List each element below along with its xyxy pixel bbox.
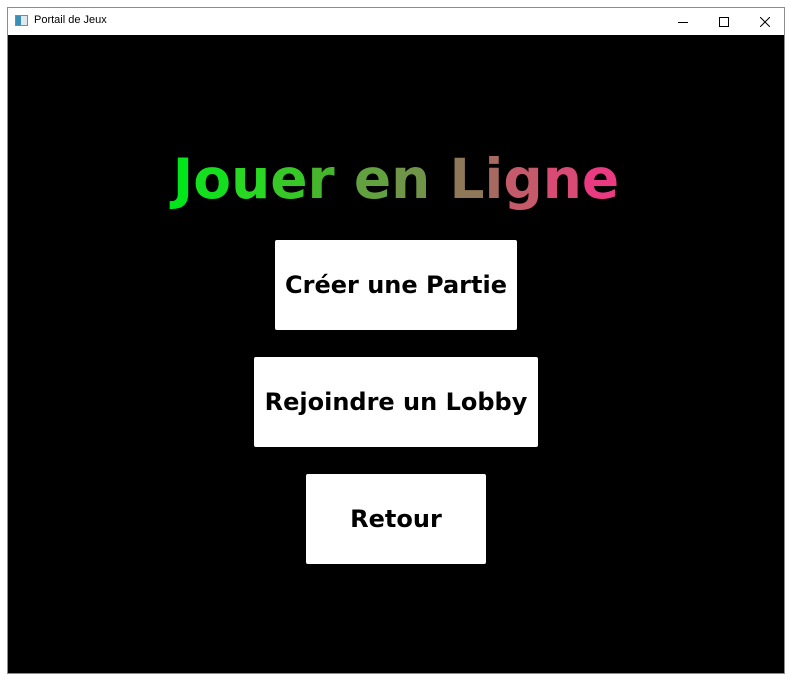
- maximize-icon: [719, 16, 729, 27]
- game-screen: Jouer en Ligne Créer une Partie Rejoindr…: [8, 35, 784, 673]
- title-letter: g: [503, 147, 543, 211]
- title-letter: n: [391, 147, 431, 211]
- title-letter: J: [172, 147, 194, 211]
- title-letter: [430, 148, 449, 210]
- title-letter: L: [449, 147, 485, 211]
- title-letter: [335, 148, 354, 210]
- app-window: Portail de Jeux Jouer en Ligne Créer une…: [7, 7, 785, 674]
- maximize-button[interactable]: [704, 8, 744, 35]
- title-letter: r: [307, 147, 335, 211]
- title-letter: e: [270, 147, 308, 211]
- title-letter: n: [542, 147, 582, 211]
- title-letter: e: [353, 147, 392, 211]
- join-lobby-button[interactable]: Rejoindre un Lobby: [254, 357, 538, 447]
- title-letter: i: [484, 147, 504, 211]
- title-letter: e: [581, 147, 620, 211]
- page-title: Jouer en Ligne: [8, 148, 784, 210]
- title-bar[interactable]: Portail de Jeux: [8, 8, 784, 35]
- close-button[interactable]: [745, 8, 785, 35]
- close-icon: [760, 16, 770, 27]
- minimize-icon: [678, 21, 688, 23]
- back-button[interactable]: Retour: [306, 474, 486, 564]
- minimize-button[interactable]: [663, 8, 703, 35]
- window-title: Portail de Jeux: [34, 14, 107, 26]
- app-icon: [15, 15, 28, 26]
- create-game-button[interactable]: Créer une Partie: [275, 240, 517, 330]
- title-letter: o: [193, 147, 232, 211]
- title-letter: u: [231, 147, 271, 211]
